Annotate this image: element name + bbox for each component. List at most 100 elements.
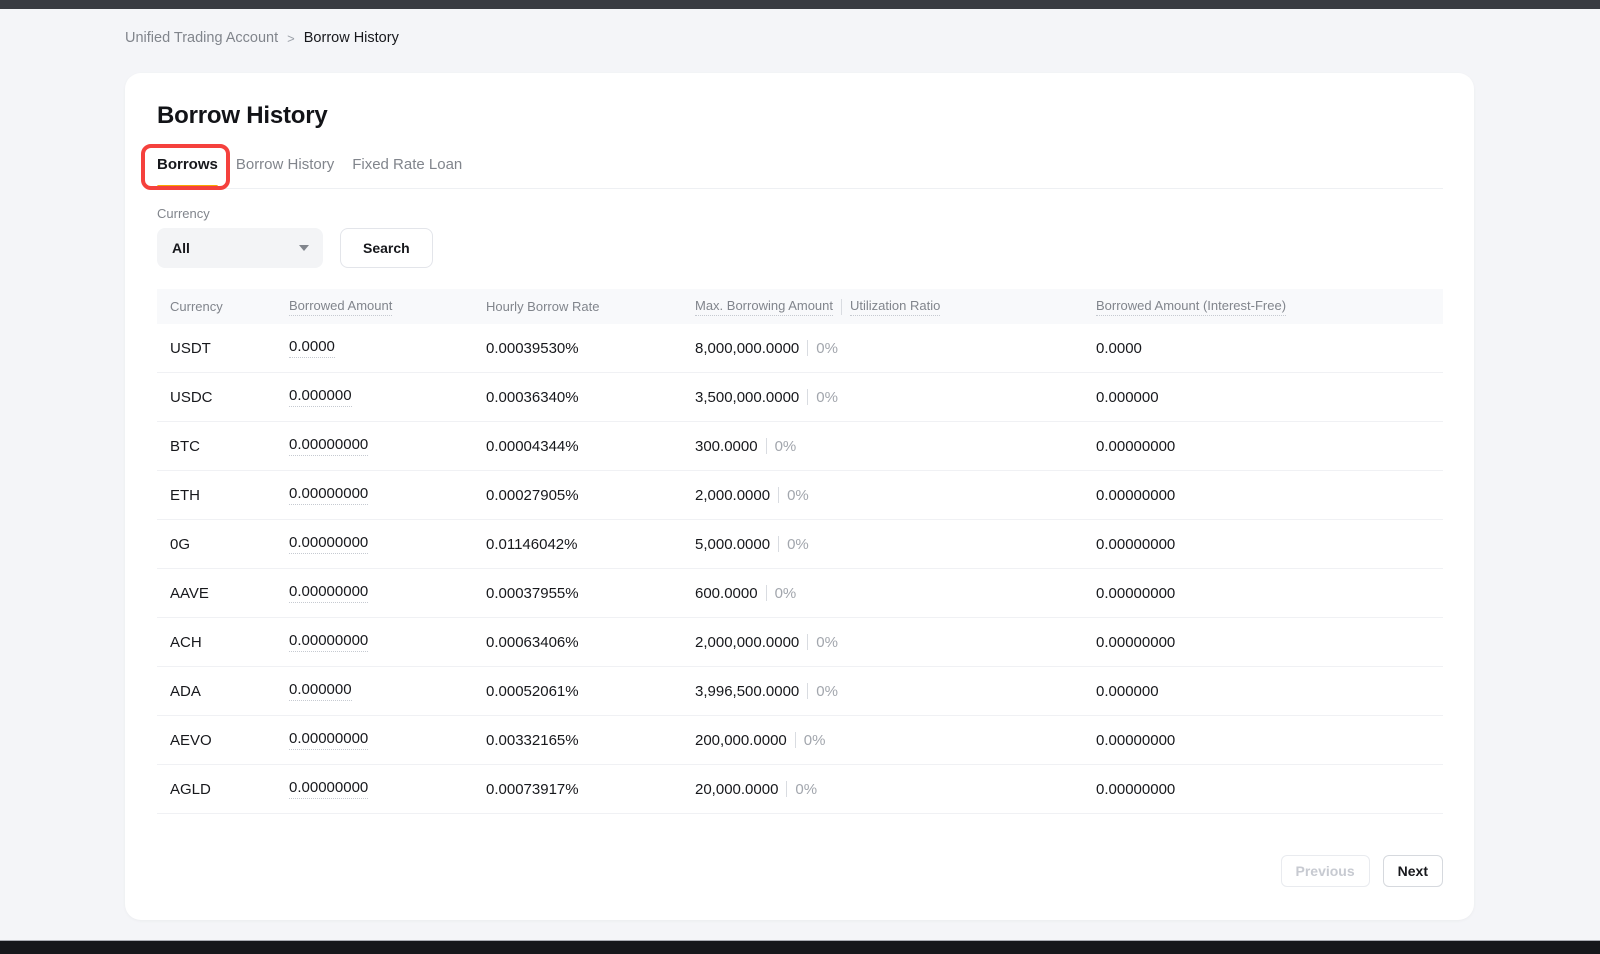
cell-divider — [807, 683, 808, 699]
tabs-row: Borrows Borrow History Fixed Rate Loan — [157, 149, 1443, 189]
table-row: USDC 0.000000 0.00036340% 3,500,000.0000… — [157, 373, 1443, 422]
table-row: ETH 0.00000000 0.00027905% 2,000.0000 0%… — [157, 471, 1443, 520]
cell-max-borrowing: 8,000,000.0000 0% — [695, 340, 1096, 357]
header-hourly-borrow-rate: Hourly Borrow Rate — [486, 299, 695, 314]
breadcrumb: Unified Trading Account > Borrow History — [125, 30, 1600, 46]
cell-divider — [807, 634, 808, 650]
cell-max-borrowing: 3,500,000.0000 0% — [695, 389, 1096, 406]
cell-hourly-borrow-rate: 0.00063406% — [486, 634, 695, 651]
cell-borrowed-amount: 0.000000 — [289, 681, 486, 701]
cell-interest-free: 0.00000000 — [1096, 781, 1443, 798]
cell-interest-free: 0.00000000 — [1096, 536, 1443, 553]
cell-borrowed-amount: 0.0000 — [289, 338, 486, 358]
cell-divider — [795, 732, 796, 748]
cell-borrowed-amount: 0.00000000 — [289, 534, 486, 554]
tab-borrows-label: Borrows — [157, 156, 218, 173]
cell-interest-free: 0.0000 — [1096, 340, 1443, 357]
cell-borrowed-amount: 0.00000000 — [289, 779, 486, 799]
filter-row: All Search — [157, 228, 1443, 268]
cell-currency: USDC — [157, 389, 289, 406]
cell-interest-free: 0.00000000 — [1096, 438, 1443, 455]
table-row: AGLD 0.00000000 0.00073917% 20,000.0000 … — [157, 765, 1443, 814]
chevron-right-icon: > — [287, 31, 295, 46]
caret-down-icon — [299, 245, 309, 251]
tab-borrow-history[interactable]: Borrow History — [236, 149, 334, 188]
header-max-borrowing: Max. Borrowing Amount Utilization Ratio — [695, 298, 1096, 316]
cell-hourly-borrow-rate: 0.00052061% — [486, 683, 695, 700]
header-divider — [841, 299, 842, 315]
table-row: 0G 0.00000000 0.01146042% 5,000.0000 0% … — [157, 520, 1443, 569]
cell-max-borrowing: 2,000.0000 0% — [695, 487, 1096, 504]
cell-divider — [778, 536, 779, 552]
cell-hourly-borrow-rate: 0.00332165% — [486, 732, 695, 749]
cell-interest-free: 0.00000000 — [1096, 634, 1443, 651]
header-currency: Currency — [157, 299, 289, 314]
breadcrumb-current: Borrow History — [304, 30, 399, 46]
cell-max-borrowing: 3,996,500.0000 0% — [695, 683, 1096, 700]
tab-fixed-rate-loan[interactable]: Fixed Rate Loan — [352, 149, 462, 188]
table-header-row: Currency Borrowed Amount Hourly Borrow R… — [157, 289, 1443, 324]
table-row: AAVE 0.00000000 0.00037955% 600.0000 0% … — [157, 569, 1443, 618]
cell-currency: AGLD — [157, 781, 289, 798]
cell-max-borrowing: 300.0000 0% — [695, 438, 1096, 455]
cell-currency: ACH — [157, 634, 289, 651]
cell-hourly-borrow-rate: 0.00039530% — [486, 340, 695, 357]
cell-currency: USDT — [157, 340, 289, 357]
cell-hourly-borrow-rate: 0.01146042% — [486, 536, 695, 553]
cell-borrowed-amount: 0.00000000 — [289, 583, 486, 603]
tab-borrow-history-label: Borrow History — [236, 156, 334, 173]
cell-currency: BTC — [157, 438, 289, 455]
cell-divider — [778, 487, 779, 503]
tab-borrows[interactable]: Borrows — [157, 149, 218, 188]
cell-hourly-borrow-rate: 0.00027905% — [486, 487, 695, 504]
cell-divider — [766, 438, 767, 454]
cell-max-borrowing: 2,000,000.0000 0% — [695, 634, 1096, 651]
cell-hourly-borrow-rate: 0.00004344% — [486, 438, 695, 455]
table-row: ADA 0.000000 0.00052061% 3,996,500.0000 … — [157, 667, 1443, 716]
currency-filter-label: Currency — [157, 206, 1443, 221]
cell-max-borrowing: 200,000.0000 0% — [695, 732, 1096, 749]
currency-dropdown-value: All — [172, 240, 190, 256]
cell-borrowed-amount: 0.00000000 — [289, 485, 486, 505]
search-button[interactable]: Search — [340, 228, 433, 268]
header-interest-free: Borrowed Amount (Interest-Free) — [1096, 298, 1443, 316]
cell-hourly-borrow-rate: 0.00036340% — [486, 389, 695, 406]
cell-currency: 0G — [157, 536, 289, 553]
cell-hourly-borrow-rate: 0.00073917% — [486, 781, 695, 798]
cell-currency: ADA — [157, 683, 289, 700]
cell-borrowed-amount: 0.000000 — [289, 387, 486, 407]
cell-interest-free: 0.00000000 — [1096, 585, 1443, 602]
page-title: Borrow History — [157, 73, 1443, 131]
currency-dropdown[interactable]: All — [157, 228, 323, 268]
cell-divider — [807, 389, 808, 405]
cell-interest-free: 0.000000 — [1096, 683, 1443, 700]
cell-max-borrowing: 20,000.0000 0% — [695, 781, 1096, 798]
cell-divider — [786, 781, 787, 797]
table-row: USDT 0.0000 0.00039530% 8,000,000.0000 0… — [157, 324, 1443, 373]
cell-currency: AAVE — [157, 585, 289, 602]
next-button[interactable]: Next — [1383, 855, 1443, 887]
header-borrowed-amount: Borrowed Amount — [289, 298, 486, 316]
cell-divider — [766, 585, 767, 601]
table-body: USDT 0.0000 0.00039530% 8,000,000.0000 0… — [157, 324, 1443, 814]
cell-borrowed-amount: 0.00000000 — [289, 730, 486, 750]
borrows-table: Currency Borrowed Amount Hourly Borrow R… — [157, 289, 1443, 814]
pagination: Previous Next — [157, 855, 1443, 887]
cell-max-borrowing: 600.0000 0% — [695, 585, 1096, 602]
bottom-dark-bar — [0, 940, 1600, 954]
cell-interest-free: 0.00000000 — [1096, 487, 1443, 504]
cell-interest-free: 0.00000000 — [1096, 732, 1443, 749]
previous-button[interactable]: Previous — [1281, 855, 1370, 887]
table-row: BTC 0.00000000 0.00004344% 300.0000 0% 0… — [157, 422, 1443, 471]
cell-max-borrowing: 5,000.0000 0% — [695, 536, 1096, 553]
cell-interest-free: 0.000000 — [1096, 389, 1443, 406]
cell-borrowed-amount: 0.00000000 — [289, 436, 486, 456]
top-dark-bar — [0, 0, 1600, 9]
borrow-history-card: Borrow History Borrows Borrow History Fi… — [125, 73, 1474, 920]
table-row: AEVO 0.00000000 0.00332165% 200,000.0000… — [157, 716, 1443, 765]
cell-borrowed-amount: 0.00000000 — [289, 632, 486, 652]
cell-hourly-borrow-rate: 0.00037955% — [486, 585, 695, 602]
tab-fixed-rate-loan-label: Fixed Rate Loan — [352, 156, 462, 173]
breadcrumb-parent-link[interactable]: Unified Trading Account — [125, 30, 278, 46]
cell-divider — [807, 340, 808, 356]
